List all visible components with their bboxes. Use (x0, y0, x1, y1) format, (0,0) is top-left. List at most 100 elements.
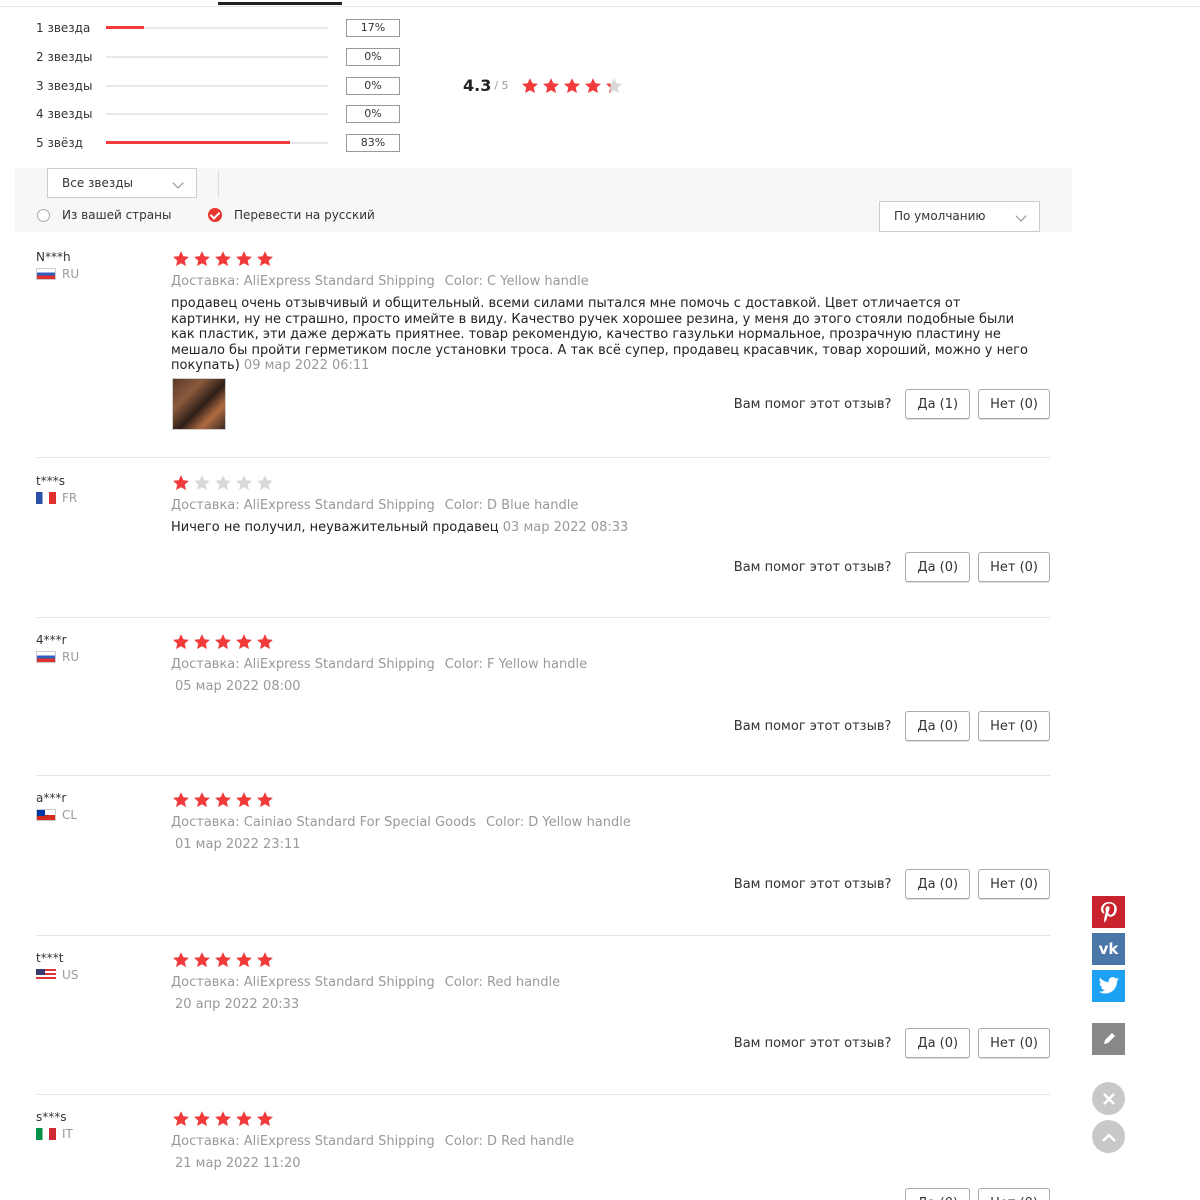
star-filled-icon (194, 1111, 210, 1127)
helpful-yes-button[interactable]: Да (0) (905, 869, 971, 899)
divider (218, 170, 219, 198)
flag-fr-icon (36, 492, 56, 504)
rating-row-4[interactable]: 4 звезды 0% (36, 104, 400, 124)
star-filled-icon (215, 792, 231, 808)
helpful-vote: Вам помог этот отзыв? Да (0) Нет (0) (734, 869, 1050, 899)
review-divider (36, 617, 1050, 618)
review-date: 05 мар 2022 08:00 (175, 679, 301, 694)
scroll-top-icon (1101, 1132, 1116, 1142)
twitter-icon (1098, 977, 1119, 994)
helpful-yes-button[interactable]: Да (1) (905, 389, 971, 419)
helpful-yes-button[interactable]: Да (0) (905, 1188, 971, 1200)
top-tab-strip (0, 0, 1200, 7)
helpful-no-button[interactable]: Нет (0) (978, 1188, 1050, 1200)
review-stars (172, 633, 277, 651)
helpful-yes-button[interactable]: Да (0) (905, 711, 971, 741)
helpful-no-button[interactable]: Нет (0) (978, 552, 1050, 582)
country-code: RU (62, 650, 80, 664)
star-empty-icon (236, 475, 252, 491)
review-date: 09 мар 2022 06:11 (243, 358, 370, 373)
vk-icon: vk (1098, 940, 1119, 958)
chevron-down-icon (172, 177, 184, 189)
star-filter-select[interactable]: Все звезды (47, 168, 197, 198)
edit-icon (1103, 1033, 1115, 1044)
chevron-down-icon (1015, 210, 1027, 222)
star-filled-icon (194, 251, 210, 267)
flag-ru-icon (36, 268, 56, 280)
shipping-method: Доставка: AliExpress Standard Shipping (171, 975, 435, 990)
helpful-no-button[interactable]: Нет (0) (978, 389, 1050, 419)
checkbox-checked-icon[interactable] (208, 208, 222, 222)
rating-percent: 0% (346, 48, 400, 66)
from-country-option[interactable]: Из вашей страны (37, 208, 171, 222)
helpful-no-button[interactable]: Нет (0) (978, 869, 1050, 899)
product-color: Color: F Yellow handle (444, 657, 588, 672)
rating-row-1[interactable]: 1 звезда 17% (36, 18, 400, 38)
average-out-of: / 5 (494, 79, 509, 92)
star-filled-icon (236, 792, 252, 808)
sort-select[interactable]: По умолчанию (879, 201, 1040, 232)
review-country: IT (36, 1127, 73, 1141)
country-code: IT (62, 1127, 73, 1141)
shipping-method: Доставка: AliExpress Standard Shipping (171, 274, 435, 289)
radio-icon[interactable] (37, 208, 50, 222)
review-meta: Доставка: Cainiao Standard For Special G… (171, 815, 631, 830)
review-text: Ничего не получил, неуважительный продав… (171, 520, 1031, 536)
average-rating: 4.3 / 5 (463, 76, 626, 95)
country-code: FR (62, 491, 78, 505)
pinterest-icon (1100, 902, 1117, 923)
review-user: t***s (36, 474, 65, 488)
product-color: Color: C Yellow handle (444, 274, 589, 289)
rating-row-2[interactable]: 2 звезды 0% (36, 47, 400, 67)
review-stars (172, 474, 277, 492)
product-color: Color: D Yellow handle (486, 815, 631, 830)
translate-option[interactable]: Перевести на русский (208, 208, 375, 222)
review-text: продавец очень отзывчивый и общительный.… (171, 296, 1031, 374)
star-filled-icon (215, 952, 231, 968)
rating-row-label: 2 звезды (36, 50, 93, 64)
star-filled-icon (257, 792, 273, 808)
edit-button[interactable] (1092, 1023, 1125, 1055)
helpful-no-button[interactable]: Нет (0) (978, 711, 1050, 741)
review-date: 21 мар 2022 11:20 (175, 1156, 301, 1171)
vk-share-button[interactable]: vk (1092, 933, 1125, 965)
close-button[interactable] (1092, 1082, 1125, 1115)
review-item: t***s FR Доставка: AliExpress Standard S… (36, 474, 1050, 618)
product-color: Color: D Blue handle (444, 498, 579, 513)
twitter-share-button[interactable] (1092, 970, 1125, 1002)
from-country-label: Из вашей страны (62, 208, 172, 222)
review-photo[interactable] (172, 378, 226, 430)
helpful-question: Вам помог этот отзыв? (733, 718, 892, 734)
helpful-yes-button[interactable]: Да (0) (905, 1028, 971, 1058)
country-code: US (62, 968, 79, 982)
average-value: 4.3 (463, 76, 492, 95)
star-filled-icon (236, 1111, 252, 1127)
country-code: CL (62, 808, 78, 822)
flag-cl-icon (36, 809, 56, 821)
rating-row-label: 4 звезды (36, 107, 93, 121)
helpful-no-button[interactable]: Нет (0) (978, 1028, 1050, 1058)
star-filled-icon (521, 77, 538, 93)
rating-bar (106, 26, 328, 29)
scroll-top-button[interactable] (1092, 1120, 1125, 1153)
shipping-method: Доставка: AliExpress Standard Shipping (171, 1134, 435, 1149)
filter-bar: Все звезды Из вашей страны Перевести на … (15, 168, 1072, 232)
helpful-vote: Вам помог этот отзыв? Да (1) Нет (0) (734, 389, 1050, 419)
rating-row-5[interactable]: 5 звёзд 83% (36, 133, 400, 153)
pinterest-share-button[interactable] (1092, 896, 1125, 928)
review-item: t***t US Доставка: AliExpress Standard S… (36, 951, 1050, 1095)
star-filled-icon (215, 251, 231, 267)
rating-row-3[interactable]: 3 звезды 0% (36, 76, 400, 96)
helpful-yes-button[interactable]: Да (0) (905, 552, 971, 582)
star-filled-icon (215, 1111, 231, 1127)
rating-percent: 0% (346, 105, 400, 123)
star-filled-icon (173, 792, 189, 808)
star-half-icon (605, 77, 622, 93)
rating-bar (106, 113, 328, 115)
helpful-question: Вам помог этот отзыв? (733, 559, 892, 575)
flag-us-icon (36, 969, 56, 981)
review-item: N***h RU Доставка: AliExpress Standard S… (36, 250, 1050, 458)
star-filled-icon (173, 634, 189, 650)
rating-bar (106, 56, 328, 58)
rating-row-label: 1 звезда (36, 21, 91, 35)
